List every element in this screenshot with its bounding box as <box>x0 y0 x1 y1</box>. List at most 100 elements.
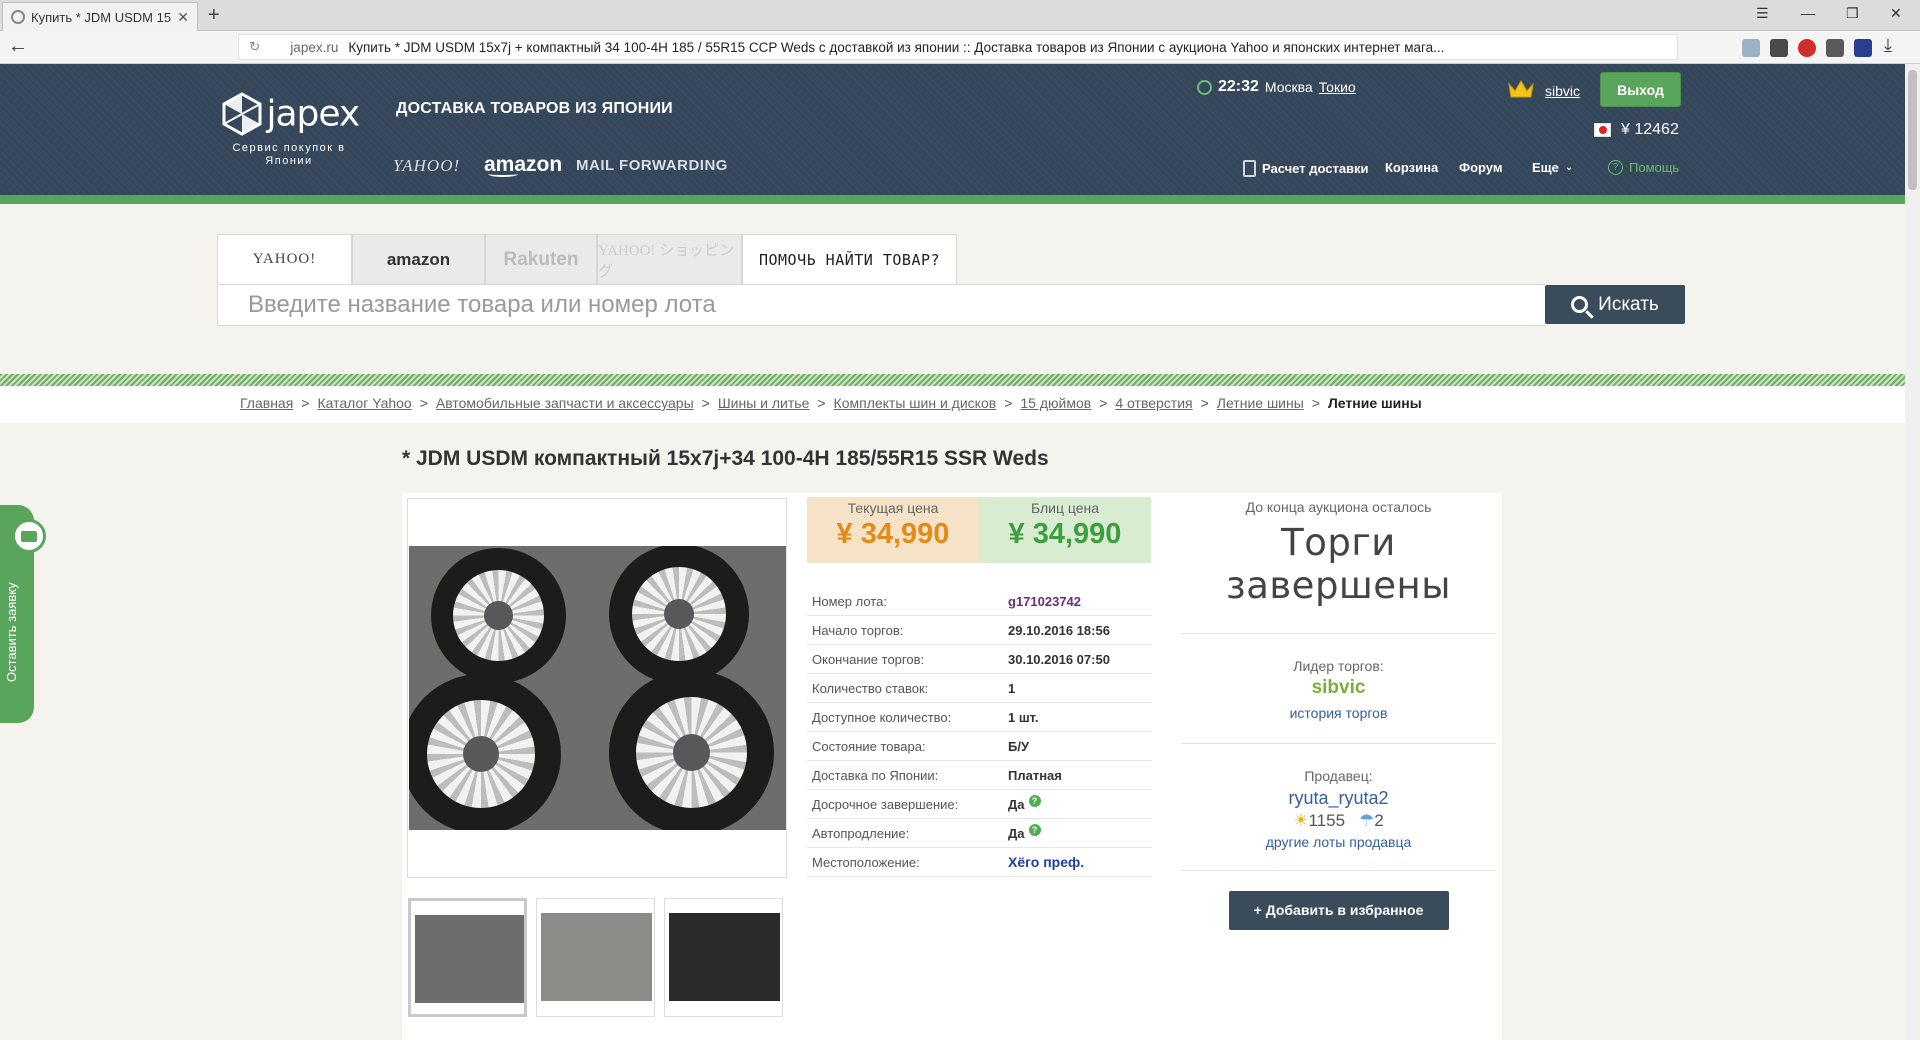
vk-ext-icon[interactable] <box>1854 39 1872 57</box>
info-row-auto-extend: Автопродление: Да? <box>807 819 1152 848</box>
sun-icon: ☀ <box>1293 811 1309 830</box>
browser-tab[interactable]: Купить * JDM USDM 15 ✕ <box>2 2 198 31</box>
breadcrumb-tire-sets[interactable]: Комплекты шин и дисков <box>834 395 997 411</box>
thumbnail-photo <box>541 913 652 1001</box>
site-logo[interactable]: japex <box>222 92 362 136</box>
info-value: Да? <box>1008 824 1041 841</box>
auction-status: Торги завершены <box>1226 521 1451 607</box>
tab-rakuten[interactable]: Rakuten <box>485 234 597 284</box>
seller-label: Продавец: <box>1304 768 1373 784</box>
url-field[interactable]: ↻ japex.ru Купить * JDM USDM 15x7j + ком… <box>238 34 1678 60</box>
info-row-start: Начало торгов: 29.10.2016 18:56 <box>807 616 1152 645</box>
nav-delivery-calc[interactable]: Расчет доставки <box>1243 160 1369 177</box>
tab-help-find[interactable]: ПОМОЧЬ НАЙТИ ТОВАР? <box>742 234 957 284</box>
info-key: Начало торгов: <box>812 622 904 638</box>
bid-history-link[interactable]: история торгов <box>1181 705 1496 721</box>
thumbnail-2[interactable] <box>536 898 655 1017</box>
reload-icon[interactable]: ↻ <box>249 39 260 55</box>
tab-yahoo-shopping[interactable]: YAHOO! ショッピング <box>597 234 742 284</box>
pocket-ext-icon[interactable] <box>1770 39 1788 57</box>
balance[interactable]: ¥ 12462 <box>1594 121 1679 139</box>
info-key: Автопродление: <box>812 825 910 841</box>
city-tokyo[interactable]: Токио <box>1319 79 1356 95</box>
current-price-value: ¥ 34,990 <box>836 518 950 550</box>
seller-link[interactable]: ryuta_ryuta2 <box>1181 788 1496 809</box>
tab-close-icon[interactable]: ✕ <box>177 9 189 26</box>
page-scrollbar[interactable] <box>1905 64 1920 1040</box>
blitz-price-value: ¥ 34,990 <box>1008 518 1122 550</box>
minimize-icon[interactable]: — <box>1801 5 1815 21</box>
info-key: Состояние товара: <box>812 738 926 754</box>
rating-positive: ☀1155 <box>1293 811 1345 831</box>
seller-other-lots-link[interactable]: другие лоты продавца <box>1181 834 1496 850</box>
nav-help-label: Помощь <box>1629 160 1680 175</box>
adblock-ext-icon[interactable] <box>1798 39 1816 57</box>
search-button[interactable]: Искать <box>1545 285 1685 324</box>
mail-ext-icon[interactable] <box>1826 39 1844 57</box>
tab-amazon[interactable]: amazon <box>352 234 485 284</box>
yahoo-link[interactable]: YAHOO! <box>393 156 460 176</box>
nav-cart[interactable]: Корзина <box>1385 160 1438 175</box>
lot-info-table: Номер лота: g171023742 Начало торгов: 29.1… <box>807 587 1152 877</box>
breadcrumb-yahoo-catalog[interactable]: Каталог Yahoo <box>317 395 411 411</box>
close-window-icon[interactable]: ✕ <box>1890 5 1902 22</box>
scrollbar-thumb[interactable] <box>1908 70 1917 190</box>
breadcrumb-4-holes[interactable]: 4 отверстия <box>1115 395 1192 411</box>
calculator-icon <box>1243 160 1256 177</box>
mail-forwarding-link[interactable]: MAIL FORWARDING <box>576 157 728 174</box>
clock-icon <box>1197 79 1212 95</box>
chevron-down-icon: ⌄ <box>1564 162 1574 173</box>
product-title: * JDM USDM компактный 15x7j+34 100-4H 18… <box>402 447 1049 470</box>
breadcrumb-15-inch[interactable]: 15 дюймов <box>1020 395 1091 411</box>
breadcrumb-sep: > <box>419 395 428 411</box>
japex-logo-icon <box>222 92 262 136</box>
thumbnail-photo <box>669 913 780 1001</box>
rating-negative-value: 2 <box>1374 811 1384 830</box>
breadcrumb-summer-tires[interactable]: Летние шины <box>1217 395 1304 411</box>
help-tooltip-icon[interactable]: ? <box>1028 824 1041 836</box>
breadcrumb-sep: > <box>1200 395 1209 411</box>
city-moscow: Москва <box>1264 79 1313 95</box>
thumbnail-1[interactable] <box>408 898 527 1017</box>
breadcrumb-sep: > <box>1311 395 1320 411</box>
breadcrumb-auto-parts[interactable]: Автомобильные запчасти и аксессуары <box>436 395 694 411</box>
amazon-link[interactable]: amazon <box>484 153 562 177</box>
umbrella-icon: ☂ <box>1359 811 1375 830</box>
thumbnail-3[interactable] <box>664 898 783 1017</box>
new-tab-icon[interactable]: + <box>208 4 220 27</box>
info-value: 29.10.2016 18:56 <box>1008 622 1110 638</box>
wheels-photo <box>409 546 786 830</box>
back-arrow-icon[interactable]: ← <box>8 35 28 58</box>
search-input[interactable]: Введите название товара или номер лота <box>217 284 1545 326</box>
username-link[interactable]: sibvic <box>1545 83 1580 99</box>
envelope-icon[interactable] <box>12 519 46 553</box>
translate-ext-icon[interactable] <box>1742 39 1760 57</box>
info-value: Да? <box>1008 795 1041 812</box>
menu-icon[interactable]: ☰ <box>1756 5 1769 22</box>
info-value: 1 <box>1008 680 1016 696</box>
nav-more[interactable]: Еще ⌄ <box>1532 160 1573 175</box>
info-value: 1 шт. <box>1008 709 1039 725</box>
breadcrumb-tires[interactable]: Шины и литье <box>718 395 810 411</box>
main-product-image[interactable] <box>407 498 787 878</box>
time-left-label: До конца аукциона осталось <box>1245 499 1432 515</box>
nav-help[interactable]: ? Помощь <box>1608 160 1679 175</box>
nav-forum[interactable]: Форум <box>1459 160 1502 175</box>
add-to-favorites-button[interactable]: + Добавить в избранное <box>1228 891 1449 930</box>
download-icon[interactable]: ⤓ <box>1884 35 1902 55</box>
lot-number-link[interactable]: g171023742 <box>1008 594 1081 609</box>
current-price-label: Текущая цена <box>847 500 939 516</box>
info-row-quantity: Доступное количество: 1 шт. <box>807 703 1152 732</box>
logout-button[interactable]: Выход <box>1600 72 1681 107</box>
info-key: Номер лота: <box>812 593 887 609</box>
divider <box>1181 633 1496 634</box>
search-icon <box>1571 296 1589 313</box>
nav-delivery-calc-label: Расчет доставки <box>1262 161 1369 176</box>
location-link[interactable]: Хёго преф. <box>1008 854 1084 870</box>
breadcrumb-sep: > <box>1004 395 1013 411</box>
restore-icon[interactable]: ❐ <box>1846 5 1859 22</box>
tab-yahoo[interactable]: YAHOO! <box>217 234 352 284</box>
breadcrumb-home[interactable]: Главная <box>240 395 293 411</box>
help-tooltip-icon[interactable]: ? <box>1028 795 1041 807</box>
wheel-image <box>409 674 561 830</box>
